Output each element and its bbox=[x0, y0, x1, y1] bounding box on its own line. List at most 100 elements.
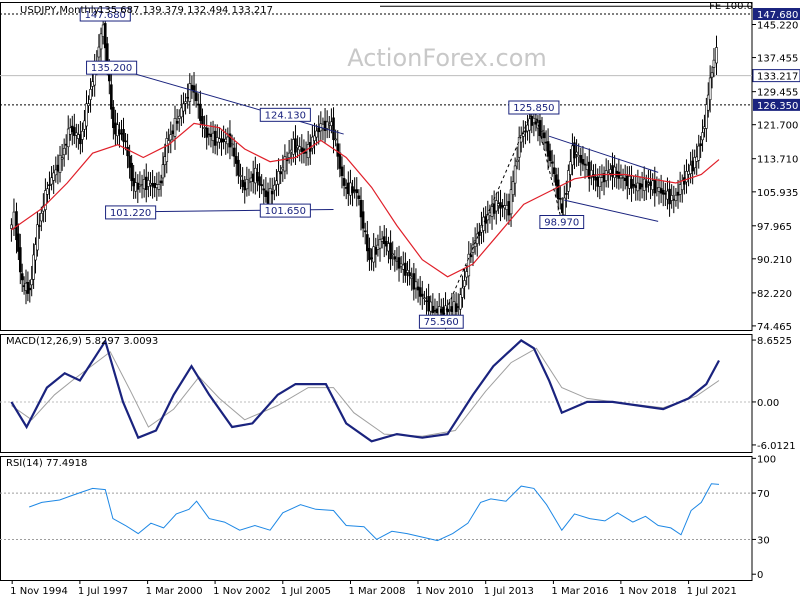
x-tick-label: 1 Nov 2018 bbox=[619, 586, 677, 597]
candle-body bbox=[188, 83, 192, 102]
candle-body bbox=[544, 141, 548, 144]
candle-body bbox=[66, 128, 70, 148]
x-tick-label: 1 Mar 2000 bbox=[146, 586, 203, 597]
candle-body bbox=[429, 301, 433, 312]
y-tick-label: 74.465 bbox=[757, 322, 792, 333]
candle-body bbox=[142, 179, 146, 190]
candle-body bbox=[175, 120, 179, 124]
candle-body bbox=[456, 306, 460, 308]
candle-body bbox=[550, 161, 554, 164]
candle-body bbox=[448, 309, 452, 311]
candle-body bbox=[389, 242, 392, 260]
x-tick-label: 1 Jul 2013 bbox=[484, 586, 534, 597]
y-tick-label: 30 bbox=[757, 535, 770, 546]
candle-body bbox=[357, 195, 361, 199]
candle-body bbox=[410, 276, 414, 279]
candle-body bbox=[211, 132, 215, 141]
candle-body bbox=[454, 303, 458, 312]
candle-body bbox=[173, 118, 177, 137]
candle-body bbox=[600, 177, 604, 183]
candle-body bbox=[36, 224, 39, 251]
candle-body bbox=[207, 133, 211, 136]
price-annotation: 125.850 bbox=[508, 100, 560, 115]
candle-body bbox=[594, 177, 597, 181]
candle-body bbox=[270, 190, 274, 195]
candle-body bbox=[138, 184, 142, 187]
candle-body bbox=[401, 264, 405, 270]
candle-body bbox=[467, 253, 471, 277]
candle-body bbox=[366, 234, 369, 252]
candle-body bbox=[615, 170, 619, 177]
candle-body bbox=[58, 154, 62, 173]
candle-body bbox=[199, 103, 202, 121]
candle-body bbox=[604, 170, 608, 181]
candle-body bbox=[670, 195, 673, 201]
candle-body bbox=[155, 184, 159, 189]
candle-body bbox=[262, 188, 266, 191]
candle-body bbox=[475, 233, 479, 244]
candle-body bbox=[425, 300, 428, 303]
candle-body bbox=[338, 152, 342, 169]
candle-body bbox=[222, 138, 225, 143]
candle-body bbox=[666, 190, 669, 200]
candle-body bbox=[619, 175, 623, 179]
candle-body bbox=[630, 178, 633, 189]
candle-body bbox=[664, 192, 667, 195]
candle-body bbox=[266, 191, 270, 205]
candle-body bbox=[279, 171, 282, 175]
candle-body bbox=[218, 138, 221, 143]
candle-body bbox=[48, 184, 51, 187]
candle-body bbox=[501, 205, 504, 208]
candle-body bbox=[205, 127, 209, 138]
candle-body bbox=[220, 138, 223, 143]
candle-body bbox=[404, 262, 407, 276]
candle-body bbox=[296, 145, 299, 149]
candle-body bbox=[114, 122, 117, 135]
candle-body bbox=[101, 24, 105, 37]
candle-body bbox=[655, 187, 659, 189]
candle-body bbox=[327, 123, 331, 126]
y-tick-label: 145.220 bbox=[757, 20, 798, 31]
y-tick-label: 82.220 bbox=[757, 289, 792, 300]
candle-body bbox=[182, 103, 185, 112]
candle-body bbox=[511, 181, 515, 195]
candle-body bbox=[313, 135, 316, 141]
candle-body bbox=[60, 157, 64, 160]
candle-body bbox=[385, 241, 388, 247]
candle-body bbox=[708, 77, 712, 100]
y-tick-label: 0 bbox=[757, 570, 763, 581]
annotation-label: 101.650 bbox=[265, 206, 306, 217]
candle-body bbox=[203, 127, 206, 129]
price-badge-label: 133.217 bbox=[757, 72, 798, 83]
candle-body bbox=[440, 308, 443, 313]
x-tick-label: 1 Jul 2021 bbox=[687, 586, 737, 597]
candle-body bbox=[12, 211, 16, 229]
candle-body bbox=[649, 181, 652, 186]
candle-body bbox=[56, 164, 60, 172]
candle-body bbox=[530, 116, 534, 126]
y-tick-label: 8.6525 bbox=[757, 336, 792, 347]
candle-body bbox=[128, 155, 131, 168]
x-tick-label: 1 Jul 2005 bbox=[281, 586, 331, 597]
candle-body bbox=[249, 177, 253, 182]
candle-body bbox=[378, 239, 382, 249]
price-annotation: 124.130 bbox=[259, 107, 311, 122]
annotation-label: 124.130 bbox=[265, 110, 306, 121]
candle-body bbox=[546, 141, 550, 157]
candle-body bbox=[215, 137, 219, 143]
y-tick-label: 137.455 bbox=[757, 54, 798, 65]
candle-body bbox=[685, 171, 688, 183]
candle-body bbox=[691, 160, 694, 172]
y-tick-label: 70 bbox=[757, 489, 770, 500]
candle-body bbox=[613, 166, 616, 178]
candle-body bbox=[399, 263, 403, 267]
candle-body bbox=[251, 173, 255, 182]
candle-body bbox=[565, 193, 568, 195]
candle-body bbox=[712, 59, 716, 68]
candle-body bbox=[638, 183, 642, 190]
candle-body bbox=[177, 115, 181, 119]
y-tick-label: 90.210 bbox=[757, 255, 792, 266]
candle-body bbox=[209, 134, 213, 137]
candle-body bbox=[494, 200, 498, 212]
candle-body bbox=[77, 134, 80, 139]
